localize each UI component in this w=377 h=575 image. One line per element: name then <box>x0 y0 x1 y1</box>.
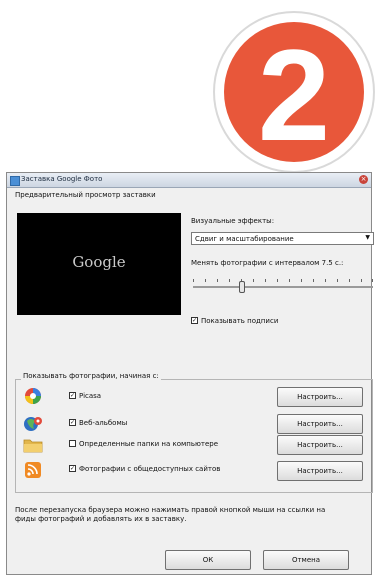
window-title: Заставка Google Фото <box>21 175 103 183</box>
cancel-button[interactable]: Отмена <box>263 550 349 570</box>
show-captions-checkbox[interactable]: ✓ <box>191 317 198 324</box>
folder-icon <box>23 439 43 453</box>
screensaver-preview: Google <box>17 213 181 315</box>
picasa-label: Picasa <box>79 392 102 400</box>
public-sites-configure-button[interactable]: Настроить... <box>277 461 363 481</box>
folders-configure-button[interactable]: Настроить... <box>277 435 363 455</box>
web-albums-checkbox[interactable]: ✓ <box>69 419 76 426</box>
web-albums-label: Веб-альбомы <box>79 419 128 427</box>
badge-number: 2 <box>258 22 330 168</box>
picasa-icon <box>25 388 41 404</box>
picasa-configure-button[interactable]: Настроить... <box>277 387 363 407</box>
public-sites-label: Фотографии с общедоступных сайтов <box>79 465 221 473</box>
effects-label: Визуальные эффекты: <box>191 217 275 225</box>
app-icon <box>10 176 20 186</box>
title-bar: Заставка Google Фото × <box>7 173 371 188</box>
picasa-checkbox[interactable]: ✓ <box>69 392 76 399</box>
hint-text-line1: После перезапуска браузера можно нажимат… <box>15 506 326 514</box>
hint-text-line2: фиды фотографий и добавлять их в заставк… <box>15 515 187 523</box>
screensaver-dialog: Заставка Google Фото × Предварительный п… <box>6 172 374 575</box>
interval-label: Менять фотографии с интервалом 7.5 с.: <box>191 259 344 267</box>
step-number-badge: 2 <box>213 11 375 173</box>
web-albums-configure-button[interactable]: Настроить... <box>277 414 363 434</box>
preview-label: Предварительный просмотр заставки <box>15 191 156 199</box>
folders-label: Определенные папки на компьютере <box>79 440 219 448</box>
google-logo: Google <box>72 253 126 271</box>
interval-slider[interactable] <box>193 279 373 297</box>
slider-track <box>193 286 373 288</box>
close-icon[interactable]: × <box>359 175 368 184</box>
folders-checkbox[interactable] <box>69 440 76 447</box>
rss-icon <box>25 462 41 478</box>
chevron-down-icon: ▼ <box>365 234 370 241</box>
ok-button[interactable]: ОК <box>165 550 251 570</box>
effects-dropdown[interactable]: Сдвиг и масштабирование ▼ <box>191 232 374 245</box>
effects-selected: Сдвиг и масштабирование <box>195 235 294 243</box>
web-albums-icon <box>24 417 42 431</box>
photo-sources-legend: Показывать фотографии, начиная с: <box>21 372 161 380</box>
slider-thumb[interactable] <box>239 281 245 293</box>
public-sites-checkbox[interactable]: ✓ <box>69 465 76 472</box>
show-captions-label: Показывать подписи <box>201 317 279 325</box>
